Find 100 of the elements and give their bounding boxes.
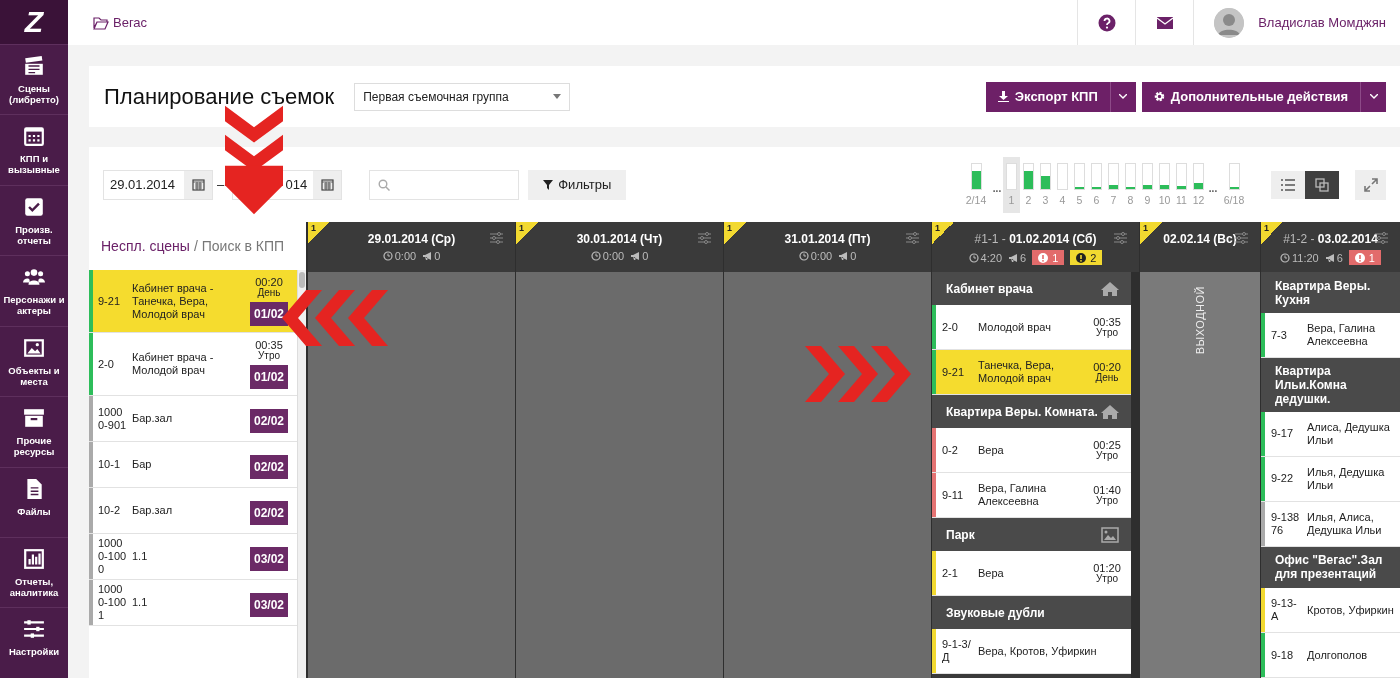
picture-icon <box>1101 526 1119 543</box>
sliders-icon <box>698 232 711 244</box>
list-icon <box>1281 177 1295 192</box>
total-duration: 0:00 <box>394 250 417 262</box>
day-number: 2 <box>1025 193 1032 206</box>
scene-number: 9-21 <box>97 294 122 308</box>
sidebar-item-label: Настройки <box>7 646 61 658</box>
scene-number: 10000-1000 <box>97 537 128 576</box>
folder-icon <box>93 15 109 30</box>
scene-number: 10-1 <box>97 458 122 471</box>
sliders-icon <box>906 232 919 244</box>
location-name: Кабинет врача <box>946 281 1033 296</box>
date-separator: – <box>217 177 225 192</box>
page-title: Планирование съемок <box>104 83 335 110</box>
time-of-day: Утро <box>1095 496 1119 506</box>
help-icon <box>1097 13 1116 32</box>
view-toggle-button[interactable] <box>1271 170 1305 199</box>
megaphone-icon <box>838 251 849 261</box>
scene-title: Кабинет врача - Танечка, Вера, Молодой врач <box>131 281 215 321</box>
scene-list-tab[interactable]: Поиск в КПП <box>201 238 285 254</box>
day-date: 01.02.2014 (Сб) <box>1009 232 1097 246</box>
scene-number: 9-18 <box>1270 648 1295 662</box>
scene-list-tab[interactable]: Неспл. сцены <box>101 238 190 254</box>
clock-icon <box>382 251 393 261</box>
scene-card[interactable]: 9-13876 Илья, Алиса, Дедушка Ильи <box>1261 501 1400 547</box>
scene-card[interactable]: 2-0 Молодой врач 00:35 Утро <box>932 305 1131 350</box>
house-icon <box>1101 280 1119 297</box>
scene-card[interactable]: 10-2 Бар.зал 02/02 <box>89 488 297 534</box>
day-number: 7 <box>1110 193 1117 206</box>
view-toggle-button[interactable] <box>1305 170 1339 199</box>
group-select[interactable]: Первая съемочная группа <box>354 82 571 111</box>
scene-card[interactable]: 9-18 Долгополов <box>1261 633 1400 678</box>
tab-separator: / <box>193 238 198 254</box>
day-header[interactable]: 1 #1-1 - 01.02.2014 (Сб) 4:20 6 1 2 <box>932 222 1139 272</box>
day-number: 2/14 <box>965 193 987 206</box>
scene-card[interactable]: 7-3 Вера, Галина Алексеевна <box>1261 313 1400 359</box>
day-header[interactable]: 1 #1-2 - 03.02.2014 11:20 6 1 <box>1261 222 1400 272</box>
corner-badge: 1 <box>1261 222 1283 244</box>
scene-number: 2-0 <box>97 357 115 371</box>
day-header[interactable]: 1 29.01.2014 (Ср) 0:00 0 <box>308 222 515 272</box>
sidebar-item-label: Объекты и места <box>7 364 61 387</box>
scene-card[interactable]: 9-22 Илья, Дедушка Ильи <box>1261 456 1400 502</box>
location-name: Квартира Веры. Комната. <box>946 404 1098 419</box>
day-off-label: ВЫХОДНОЙ <box>1194 286 1206 355</box>
day-header[interactable]: 1 30.01.2014 (Чт) 0:00 0 <box>516 222 723 272</box>
megaphone-icon <box>1324 252 1335 263</box>
scene-number: 9-1-3/Д <box>941 638 972 664</box>
day-header[interactable]: 1 31.01.2014 (Пт) 0:00 0 <box>724 222 931 272</box>
scene-card[interactable]: 2-1 Вера 01:20 Утро <box>932 551 1131 596</box>
caret-icon <box>553 94 562 99</box>
day-header[interactable]: 1 02.02.14 (Вс) <box>1140 222 1260 272</box>
day-date: 02.02.14 (Вс) <box>1163 232 1237 246</box>
day-number: 10 <box>1158 193 1171 206</box>
time-of-day: День <box>1095 373 1119 383</box>
scene-title: Бар <box>131 458 153 471</box>
scene-title: 1.1 <box>131 550 149 563</box>
sidebar-item-label: Отчеты, аналитика <box>8 576 60 599</box>
day-number: 6 <box>1093 193 1100 206</box>
call-count: 0 <box>434 250 441 262</box>
scene-title: Вера <box>977 442 1005 458</box>
time-of-day: День <box>257 288 281 298</box>
scene-number: 9-22 <box>1270 472 1295 486</box>
scrollbar[interactable] <box>1131 272 1139 678</box>
sidebar-item-label: Файлы <box>16 505 52 517</box>
scene-card[interactable]: 10000-1000 1.1 03/02 <box>89 534 297 580</box>
app-logo[interactable]: Z <box>0 0 68 44</box>
ellipsis: ... <box>1207 181 1219 194</box>
scene-card[interactable]: 10000-1001 1.1 03/02 <box>89 580 297 626</box>
expand-button[interactable] <box>1355 169 1386 200</box>
scene-duration: 00:20 <box>255 276 283 288</box>
date-badge: 03/02 <box>250 592 288 617</box>
funnel-icon <box>543 179 554 190</box>
scene-title: Кабинет врача - Молодой врач <box>131 351 215 377</box>
day-date: 31.01.2014 (Пт) <box>784 232 871 246</box>
call-count: 6 <box>1336 251 1343 264</box>
location-name: Квартира Веры. Кухня <box>1275 278 1372 307</box>
date-field[interactable]: 29.01.2014 <box>103 169 213 200</box>
scene-title: Танечка, Вера, Молодой врач <box>977 358 1055 386</box>
day-code: #1-2 - <box>1283 232 1316 246</box>
scene-card[interactable]: 10-1 Бар 02/02 <box>89 442 297 488</box>
scene-card[interactable]: 9-21 Кабинет врача - Танечка, Вера, Молодой врач 00:20 День 01/02 <box>89 270 297 333</box>
location-name: Звуковые дубли <box>946 605 1045 620</box>
picture-icon <box>23 336 45 359</box>
day-number: 8 <box>1127 193 1134 206</box>
scene-card[interactable]: 9-21 Танечка, Вера, Молодой врач 00:20 День <box>932 350 1131 395</box>
scene-number: 9-11 <box>941 488 965 502</box>
search-field[interactable] <box>369 169 520 200</box>
scene-card[interactable]: 9-17 Алиса, Дедушка Ильи <box>1261 411 1400 457</box>
filter-button[interactable]: Фильтры <box>528 169 627 200</box>
calendar-icon <box>191 178 205 191</box>
scene-card[interactable]: 0-2 Вера 00:25 Утро <box>932 428 1131 473</box>
call-count: 0 <box>642 250 649 262</box>
scene-card[interactable]: 2-0 Кабинет врача - Молодой врач 00:35 Утро 01/02 <box>89 333 297 396</box>
call-count: 0 <box>850 250 857 262</box>
user-name: Владислав Момджян <box>1258 15 1386 30</box>
scene-card[interactable]: 9-11 Вера, Галина Алексеевна 01:40 Утро <box>932 473 1131 518</box>
scene-title: Бар.зал <box>131 504 174 517</box>
breadcrumb-link[interactable]: Вегас <box>93 15 148 30</box>
sliders-icon <box>23 618 45 641</box>
corner-badge: 1 <box>516 222 538 244</box>
